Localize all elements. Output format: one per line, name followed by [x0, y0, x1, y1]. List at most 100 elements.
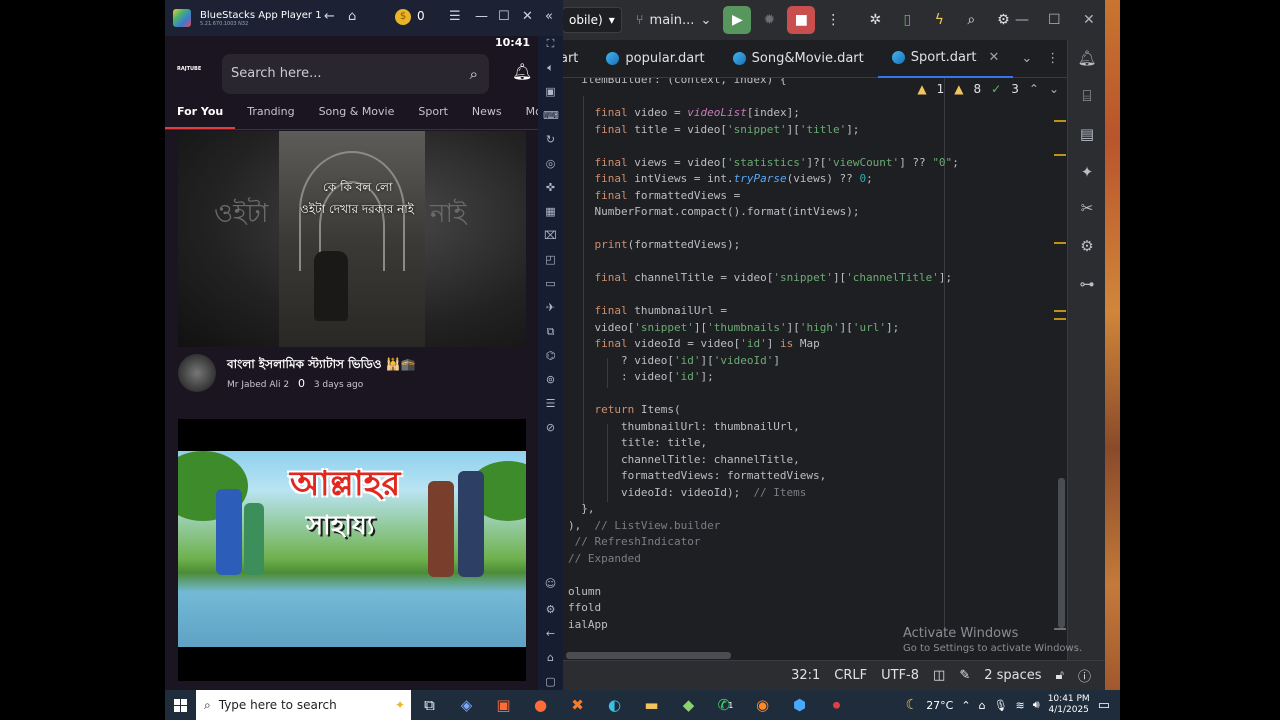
code-editor[interactable]: ▲ 1 ▲ 8 ✓ 3 ⌃ ⌄ itemBuilder: (context, inde…	[560, 78, 1067, 660]
code-line[interactable]: final views = video['statistics']?['view…	[568, 155, 959, 171]
firefox-icon[interactable]: ◉	[744, 690, 781, 720]
code-line[interactable]: title: title,	[568, 435, 707, 451]
vertical-scrollbar[interactable]	[1058, 478, 1065, 628]
code-line[interactable]: videoId: videoId); // Items	[568, 485, 806, 501]
horizontal-scrollbar[interactable]	[566, 652, 731, 659]
code-line[interactable]: channelTitle: channelTitle,	[568, 452, 800, 468]
file-explorer-icon[interactable]: ▬	[633, 690, 670, 720]
more-actions-button[interactable]: ⋮	[819, 6, 847, 34]
screen-record-icon[interactable]: ▣	[543, 84, 558, 99]
maximize-button[interactable]: ☐	[1048, 0, 1061, 40]
code-line[interactable]: itemBuilder: (context, index) {	[568, 78, 786, 88]
code-line[interactable]: final thumbnailUrl =	[568, 303, 727, 319]
settings-button[interactable]: ⚙	[989, 6, 1017, 34]
settings-icon[interactable]: ⚙	[543, 602, 558, 617]
collapse-sidebar-icon[interactable]: «	[545, 9, 553, 24]
notification-bell-icon[interactable]: 🔔︎	[512, 62, 532, 81]
ai-assist-icon[interactable]: ✎	[959, 668, 970, 683]
code-line[interactable]: ), // ListView.builder	[568, 518, 720, 534]
code-line[interactable]: video['snippet']['thumbnails']['high']['…	[568, 320, 899, 336]
weather-moon-icon[interactable]: ☾	[906, 697, 919, 713]
code-line[interactable]: final intViews = int.tryParse(views) ?? …	[568, 171, 873, 187]
tab-for-you[interactable]: For You	[165, 100, 236, 129]
microphone-icon[interactable]: 🎙︎	[994, 699, 1008, 712]
device-mirroring-icon[interactable]: ⚙	[1077, 236, 1097, 256]
git-branch-selector[interactable]: ⑂ main... ⌄	[636, 13, 712, 28]
tab-tranding[interactable]: Tranding	[235, 100, 306, 129]
xampp-icon[interactable]: ✖	[559, 690, 596, 720]
wifi-icon[interactable]: ≋	[1016, 699, 1025, 712]
back-icon[interactable]: ←	[324, 9, 335, 24]
location-icon[interactable]: ⊚	[543, 372, 558, 387]
tab-motivation[interactable]: Motiva	[514, 100, 538, 129]
indent-setting[interactable]: 2 spaces	[984, 668, 1041, 683]
search-everywhere-button[interactable]: ⌕	[957, 6, 985, 34]
line-separator[interactable]: CRLF	[834, 668, 867, 683]
readonly-icon[interactable]: ◫	[933, 668, 945, 683]
code-line[interactable]: thumbnailUrl: thumbnailUrl,	[568, 419, 800, 435]
bluestacks-taskbar-icon[interactable]: ◆	[670, 690, 707, 720]
device-manager-button[interactable]: ▯	[893, 6, 921, 34]
media-folder-icon[interactable]: ▭	[543, 276, 558, 291]
file-encoding[interactable]: UTF-8	[881, 668, 919, 683]
minimize-icon[interactable]: —	[475, 9, 488, 24]
search-icon[interactable]: ⌕	[470, 54, 478, 94]
notifications-icon[interactable]: 🔔︎	[1077, 48, 1097, 68]
macro-icon[interactable]: ◎	[543, 156, 558, 171]
code-line[interactable]: // Expanded	[568, 551, 641, 567]
tab-sport[interactable]: Sport	[406, 100, 460, 129]
channel-avatar[interactable]	[178, 354, 216, 392]
code-line[interactable]: final title = video['snippet']['title'];	[568, 122, 860, 138]
fullscreen-icon[interactable]: ⛶	[543, 36, 558, 51]
sync-icon[interactable]: ⊘	[543, 420, 558, 435]
video-thumbnail[interactable]: আল্লাহর সাহায্য	[178, 419, 526, 681]
stop-button[interactable]: ■	[787, 6, 816, 34]
flutter-inspector-icon[interactable]: ⌸	[1077, 86, 1097, 106]
run-button[interactable]: ▶	[723, 6, 752, 34]
code-line[interactable]: final videoId = video['id'] is Map	[568, 336, 820, 352]
close-window-button[interactable]: ✕	[1083, 0, 1095, 40]
android-studio-icon[interactable]: ⬢	[781, 690, 818, 720]
weather-temp[interactable]: 27°C	[926, 699, 953, 712]
chevron-down-icon[interactable]: ⌄	[1049, 82, 1059, 96]
code-line[interactable]: },	[568, 501, 594, 517]
maximize-icon[interactable]: ☐	[498, 9, 510, 24]
problems-icon[interactable]: ⓘ	[1078, 666, 1091, 685]
run-config-selector[interactable]: obile) ▾	[562, 7, 622, 33]
code-line[interactable]: ffold	[568, 600, 601, 616]
recorder-icon[interactable]: ⏺	[818, 690, 855, 720]
apk-icon[interactable]: ▦	[543, 204, 558, 219]
keyboard-icon[interactable]: ⌨	[543, 108, 559, 123]
link-icon[interactable]: ⊶	[1077, 274, 1097, 294]
code-line[interactable]: ? video['id']['videoId']	[568, 353, 780, 369]
rotate-icon[interactable]: ↻	[543, 132, 558, 147]
store-icon[interactable]: ▣	[485, 690, 522, 720]
code-line[interactable]: : video['id'];	[568, 369, 714, 385]
tab-partial[interactable]: art	[560, 40, 592, 78]
tab-list-chevron-icon[interactable]: ⌄	[1021, 51, 1032, 66]
android-home-icon[interactable]: ⌂	[543, 650, 558, 665]
code-line[interactable]: final channelTitle = video['snippet']['c…	[568, 270, 953, 286]
code-line[interactable]: olumn	[568, 584, 601, 600]
video-info[interactable]: বাংলা ইসলামিক স্ট্যাটাস ভিডিও 🕌🕋 Mr Jabe…	[178, 354, 526, 398]
tab-song-movie-dart[interactable]: Song&Movie.dart	[719, 40, 878, 78]
minimize-button[interactable]: —	[1015, 0, 1029, 40]
code-line[interactable]: final formattedViews =	[568, 188, 741, 204]
tab-sport-dart[interactable]: Sport.dart ✕	[877, 40, 1014, 78]
chevron-up-icon[interactable]: ⌃	[1029, 82, 1039, 96]
gemini-icon[interactable]: ✦	[1077, 162, 1097, 182]
search-input[interactable]: Search here... ⌕	[222, 54, 489, 94]
airplane-icon[interactable]: ✈	[543, 300, 558, 315]
close-tab-icon[interactable]: ✕	[988, 50, 999, 65]
task-view-icon[interactable]: ⧉	[411, 690, 448, 720]
hot-reload-button[interactable]: ϟ	[925, 6, 953, 34]
video-title[interactable]: বাংলা ইসলামিক স্ট্যাটাস ভিডিও 🕌🕋	[227, 356, 416, 376]
taskbar-clock[interactable]: 10:41 PM 4/1/2025	[1048, 694, 1090, 716]
close-icon[interactable]: ✕	[522, 9, 533, 24]
gamepad-icon[interactable]: ✜	[543, 180, 558, 195]
android-back-icon[interactable]: ←	[543, 626, 558, 641]
outline-icon[interactable]: ▤	[1077, 124, 1097, 144]
home-icon[interactable]: ⌂	[348, 9, 356, 24]
inspection-widget[interactable]: ▲ 1 ▲ 8 ✓ 3 ⌃ ⌄	[917, 82, 1059, 96]
tab-popular-dart[interactable]: popular.dart	[592, 40, 718, 78]
